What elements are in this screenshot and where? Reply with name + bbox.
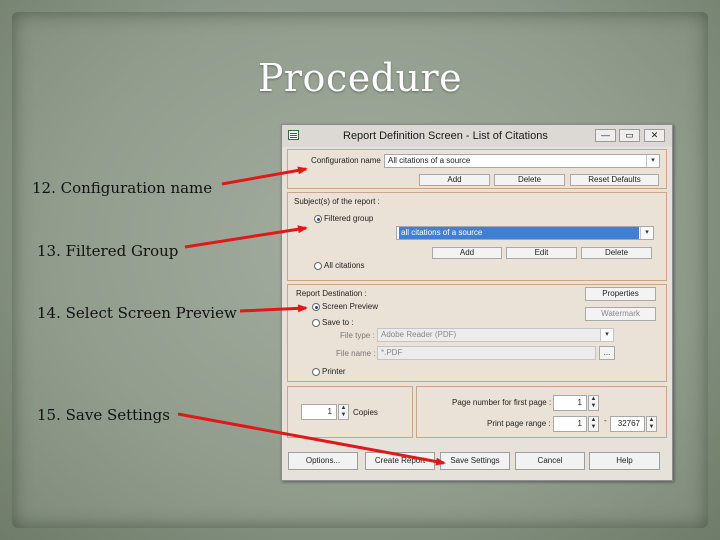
destination-panel: Report Destination : Screen Preview Save… [287, 284, 667, 382]
page-range-to-spinner[interactable]: ▲ ▼ [646, 416, 657, 432]
options-button[interactable]: Options... [288, 452, 358, 470]
spin-up-icon[interactable]: ▲ [589, 396, 598, 403]
spin-down-icon[interactable]: ▼ [589, 403, 598, 410]
cancel-button[interactable]: Cancel [515, 452, 585, 470]
dialog-title: Report Definition Screen - List of Citat… [343, 130, 548, 142]
file-type-label: File type : [340, 331, 375, 340]
group-add-button[interactable]: Add [432, 247, 502, 259]
save-settings-button[interactable]: Save Settings [440, 452, 510, 470]
create-report-button[interactable]: Create Report [365, 452, 435, 470]
report-definition-dialog: Report Definition Screen - List of Citat… [281, 124, 673, 481]
page-range-from-spinner[interactable]: ▲ ▼ [588, 416, 599, 432]
report-destination-label: Report Destination : [296, 289, 367, 298]
page-range-from-input[interactable]: 1 [553, 416, 587, 432]
step-select-screen-preview: 14. Select Screen Preview [37, 304, 237, 322]
copies-spinner[interactable]: ▲ ▼ [338, 404, 349, 420]
browse-button[interactable]: ... [599, 346, 615, 360]
copies-input[interactable]: 1 [301, 404, 337, 420]
filtered-group-select[interactable]: all citations of a source ▾ [396, 226, 654, 240]
subjects-panel: Subject(s) of the report : Filtered grou… [287, 192, 667, 281]
file-type-value: Adobe Reader (PDF) [381, 330, 457, 339]
spin-down-icon[interactable]: ▼ [339, 412, 348, 419]
step-configuration-name: 12. Configuration name [32, 179, 213, 197]
group-edit-button[interactable]: Edit [506, 247, 577, 259]
configuration-panel: Configuration name All citations of a so… [287, 149, 667, 189]
chevron-down-icon[interactable]: ▾ [600, 329, 613, 341]
chevron-down-icon[interactable]: ▾ [640, 227, 653, 239]
maximize-icon[interactable]: ▭ [619, 129, 640, 142]
page-range-separator: - [604, 416, 607, 425]
copies-panel: 1 ▲ ▼ Copies [287, 386, 413, 438]
first-page-spinner[interactable]: ▲ ▼ [588, 395, 599, 411]
screen-preview-label: Screen Preview [322, 302, 379, 311]
filtered-group-label: Filtered group [324, 214, 374, 223]
configuration-name-label: Configuration name [311, 156, 381, 165]
filtered-group-radio[interactable] [314, 215, 322, 223]
configuration-name-select[interactable]: All citations of a source ▾ [384, 154, 660, 168]
all-citations-label: All citations [324, 261, 365, 270]
pages-panel: Page number for first page : 1 ▲ ▼ Print… [416, 386, 667, 438]
page-range-label: Print page range : [487, 419, 551, 428]
spin-up-icon[interactable]: ▲ [589, 417, 598, 424]
dialog-titlebar[interactable]: Report Definition Screen - List of Citat… [282, 125, 672, 147]
subjects-label: Subject(s) of the report : [294, 197, 380, 206]
chevron-down-icon[interactable]: ▾ [646, 155, 659, 167]
watermark-button[interactable]: Watermark [585, 307, 656, 321]
first-page-label: Page number for first page : [452, 398, 552, 407]
file-type-select[interactable]: Adobe Reader (PDF) ▾ [377, 328, 614, 342]
save-to-radio[interactable] [312, 319, 320, 327]
group-delete-button[interactable]: Delete [581, 247, 652, 259]
step-save-settings: 15. Save Settings [37, 406, 170, 424]
step-filtered-group: 13. Filtered Group [37, 242, 179, 260]
minimize-icon[interactable]: — [595, 129, 616, 142]
all-citations-radio[interactable] [314, 262, 322, 270]
slide-title: Procedure [257, 56, 463, 100]
properties-button[interactable]: Properties [585, 287, 656, 301]
configuration-name-value: All citations of a source [388, 156, 471, 165]
config-reset-defaults-button[interactable]: Reset Defaults [570, 174, 659, 186]
printer-label: Printer [322, 367, 346, 376]
spin-down-icon[interactable]: ▼ [589, 424, 598, 431]
printer-radio[interactable] [312, 368, 320, 376]
help-button[interactable]: Help [589, 452, 660, 470]
spin-down-icon[interactable]: ▼ [647, 424, 656, 431]
config-add-button[interactable]: Add [419, 174, 490, 186]
first-page-input[interactable]: 1 [553, 395, 587, 411]
report-app-icon [288, 130, 299, 140]
config-delete-button[interactable]: Delete [494, 174, 565, 186]
page-range-to-input[interactable]: 32767 [610, 416, 645, 432]
spin-up-icon[interactable]: ▲ [339, 405, 348, 412]
spin-up-icon[interactable]: ▲ [647, 417, 656, 424]
save-to-label: Save to : [322, 318, 354, 327]
close-icon[interactable]: ✕ [644, 129, 665, 142]
screen-preview-radio[interactable] [312, 303, 320, 311]
copies-label: Copies [353, 408, 378, 417]
filtered-group-value: all citations of a source [399, 227, 639, 239]
file-name-label: File name : [336, 349, 376, 358]
file-name-input[interactable]: *.PDF [377, 346, 596, 360]
